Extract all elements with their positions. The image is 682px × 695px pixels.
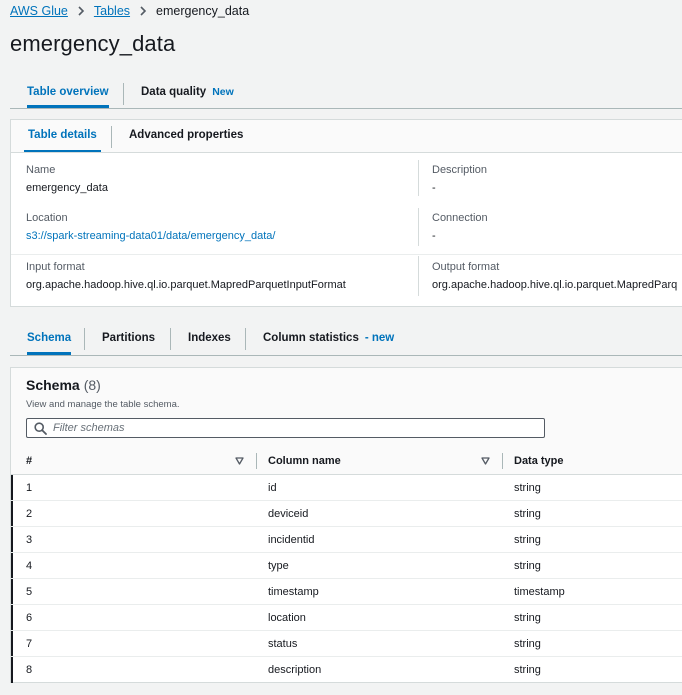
- schema-header: Schema (8) View and manage the table sche…: [11, 368, 682, 449]
- tab-table-details[interactable]: Table details: [24, 120, 101, 152]
- cell-data-type: string: [514, 637, 541, 650]
- tab-data-quality-label: Data quality: [141, 86, 207, 98]
- cell-number: 1: [26, 481, 33, 494]
- tab-indexes[interactable]: Indexes: [188, 323, 231, 353]
- column-divider: [256, 453, 257, 469]
- column-divider: [418, 160, 419, 196]
- description-value: -: [432, 182, 436, 194]
- schema-title-text: Schema: [26, 377, 80, 393]
- breadcrumb-aws-glue[interactable]: AWS Glue: [10, 4, 68, 18]
- tab-advanced-properties-label: Advanced properties: [129, 129, 244, 141]
- new-badge: - new: [364, 332, 395, 344]
- cell-column-name: description: [268, 663, 322, 676]
- output-format-label: Output format: [432, 261, 500, 273]
- tab-table-overview[interactable]: Table overview: [27, 78, 109, 108]
- cell-number: 4: [26, 559, 33, 572]
- schema-count: (8): [83, 377, 101, 393]
- name-label: Name: [26, 164, 56, 176]
- breadcrumb-tables[interactable]: Tables: [94, 4, 130, 18]
- table-row[interactable]: 7 status string: [11, 631, 682, 657]
- overview-tabs: Table overview Data quality New: [10, 78, 682, 109]
- cell-data-type: string: [514, 663, 541, 676]
- search-icon: [34, 422, 47, 435]
- cell-column-name: id: [268, 481, 277, 494]
- cell-column-name: deviceid: [268, 507, 309, 520]
- tab-divider: [111, 126, 112, 148]
- tab-column-statistics[interactable]: Column statistics - new: [263, 323, 394, 353]
- tab-divider: [245, 328, 246, 350]
- location-link[interactable]: s3://spark-streaming-data01/data/emergen…: [26, 230, 275, 242]
- tab-data-quality[interactable]: Data quality New: [141, 78, 234, 106]
- tab-partitions-label: Partitions: [102, 332, 156, 344]
- table-row[interactable]: 6 location string: [11, 605, 682, 631]
- details-tabs: Table details Advanced properties: [11, 120, 682, 153]
- tab-schema[interactable]: Schema: [27, 323, 72, 355]
- table-row[interactable]: 5 timestamp timestamp: [11, 579, 682, 605]
- table-row[interactable]: 2 deviceid string: [11, 501, 682, 527]
- connection-value: -: [432, 230, 436, 242]
- cell-number: 5: [26, 585, 33, 598]
- description-label: Description: [432, 164, 488, 176]
- tab-divider: [123, 83, 124, 105]
- tab-partitions[interactable]: Partitions: [102, 323, 155, 353]
- tab-divider: [170, 328, 171, 350]
- cell-number: 3: [26, 533, 33, 546]
- output-format-value: org.apache.hadoop.hive.ql.io.parquet.Map…: [432, 279, 678, 291]
- chevron-right-icon: [140, 6, 147, 16]
- row-divider: [11, 254, 682, 255]
- cell-number: 7: [26, 637, 33, 650]
- column-header-type: Data type: [514, 455, 564, 467]
- column-divider: [418, 256, 419, 296]
- table-row[interactable]: 1 id string: [11, 475, 682, 501]
- cell-column-name: status: [268, 637, 298, 650]
- tab-column-statistics-label: Column statistics: [263, 332, 359, 344]
- breadcrumb-current: emergency_data: [156, 4, 250, 18]
- input-format-label: Input format: [26, 261, 85, 273]
- tab-schema-label: Schema: [27, 332, 72, 344]
- cell-data-type: string: [514, 481, 541, 494]
- name-value: emergency_data: [26, 182, 108, 194]
- location-label: Location: [26, 212, 68, 224]
- cell-number: 6: [26, 611, 33, 624]
- tab-table-details-label: Table details: [28, 129, 97, 141]
- cell-column-name: timestamp: [268, 585, 319, 598]
- table-row[interactable]: 8 description string: [11, 657, 682, 683]
- column-divider: [502, 453, 503, 469]
- tab-advanced-properties[interactable]: Advanced properties: [129, 120, 243, 150]
- tab-indexes-label: Indexes: [188, 332, 231, 344]
- table-row[interactable]: 4 type string: [11, 553, 682, 579]
- column-header-name: Column name: [268, 455, 341, 467]
- table-details-panel: Table details Advanced properties Name e…: [10, 119, 682, 307]
- cell-data-type: timestamp: [514, 585, 565, 598]
- chevron-right-icon: [78, 6, 85, 16]
- column-header-number: #: [26, 455, 33, 467]
- new-badge: New: [212, 86, 234, 98]
- cell-number: 8: [26, 663, 33, 676]
- tab-table-overview-label: Table overview: [27, 86, 109, 98]
- schema-filter: [26, 418, 545, 438]
- connection-label: Connection: [432, 212, 488, 224]
- column-divider: [418, 208, 419, 246]
- schema-panel: Schema (8) View and manage the table sche…: [10, 367, 682, 683]
- sort-caret-icon[interactable]: [235, 457, 244, 465]
- cell-column-name: incidentid: [268, 533, 315, 546]
- table-row[interactable]: 3 incidentid string: [11, 527, 682, 553]
- filter-schemas-input[interactable]: [53, 420, 533, 436]
- cell-data-type: string: [514, 611, 541, 624]
- sort-caret-icon[interactable]: [481, 457, 490, 465]
- schema-table-header: # Column name Data type: [11, 448, 682, 475]
- schema-description: View and manage the table schema.: [26, 399, 180, 410]
- cell-data-type: string: [514, 507, 541, 520]
- cell-number: 2: [26, 507, 33, 520]
- cell-column-name: location: [268, 611, 306, 624]
- input-format-value: org.apache.hadoop.hive.ql.io.parquet.Map…: [26, 279, 346, 291]
- schema-title: Schema (8): [26, 377, 101, 393]
- schema-tabs: Schema Partitions Indexes Column statist…: [10, 323, 682, 356]
- breadcrumb: AWS Glue Tables emergency_data: [10, 3, 249, 19]
- cell-data-type: string: [514, 559, 541, 572]
- tab-divider: [84, 328, 85, 350]
- cell-column-name: type: [268, 559, 289, 572]
- page-title: emergency_data: [10, 31, 176, 56]
- cell-data-type: string: [514, 533, 541, 546]
